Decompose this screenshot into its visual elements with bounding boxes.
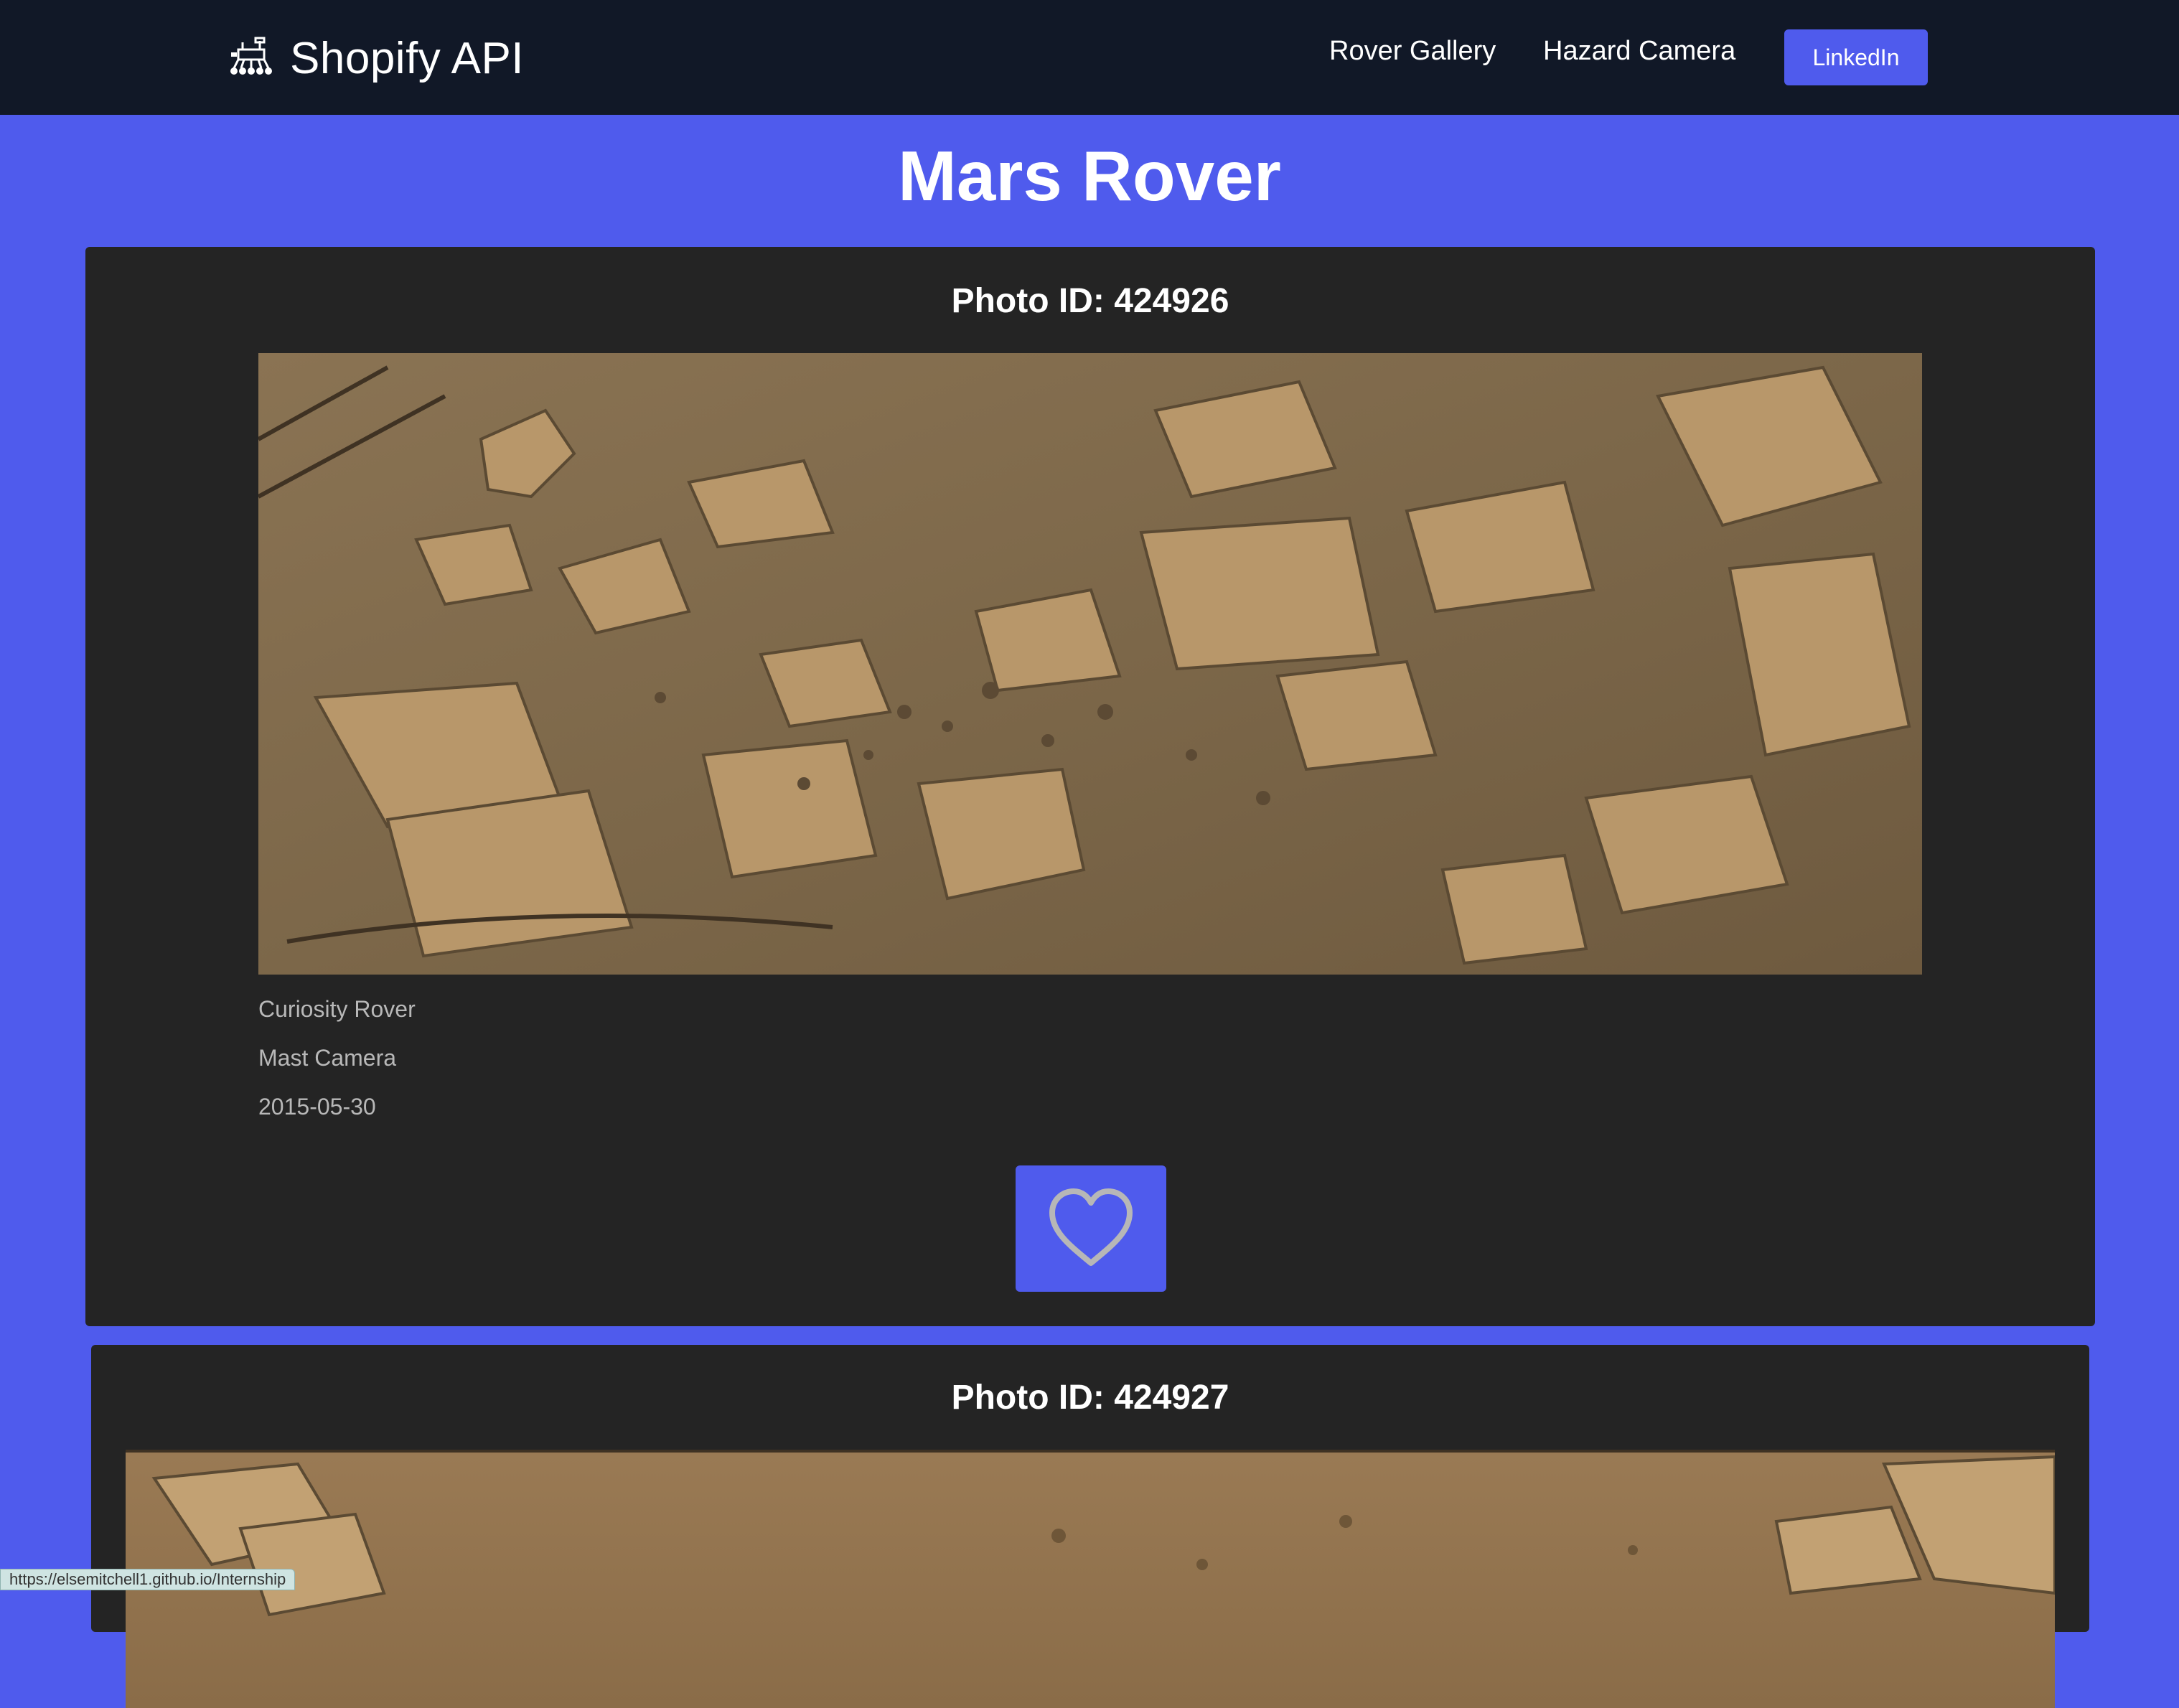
rover-photo[interactable] xyxy=(258,353,1922,975)
linkedin-button[interactable]: LinkedIn xyxy=(1784,29,1928,85)
camera-name: Mast Camera xyxy=(258,1045,397,1071)
photo-card: Photo ID: 424926 Curiosity Rover Mast Ca… xyxy=(85,247,2095,1326)
nav-link-rover-gallery[interactable]: Rover Gallery xyxy=(1329,36,1496,67)
nav-link-hazard-camera[interactable]: Hazard Camera xyxy=(1543,36,1735,67)
rover-name: Curiosity Rover xyxy=(258,996,416,1022)
photo-card: Photo ID: 424927 xyxy=(91,1345,2089,1708)
brand[interactable]: Shopify API xyxy=(228,26,524,90)
top-navbar: Shopify API Rover Gallery Hazard Camera … xyxy=(0,0,2179,115)
status-bar-url: https://elsemitchell1.github.io/Internsh… xyxy=(0,1569,296,1590)
like-button[interactable] xyxy=(1016,1165,1166,1292)
rover-photo[interactable] xyxy=(126,1450,2055,1708)
heart-icon xyxy=(1049,1188,1133,1266)
brand-title: Shopify API xyxy=(290,33,525,83)
earth-date: 2015-05-30 xyxy=(258,1094,376,1120)
photo-id-heading: Photo ID: 424926 xyxy=(951,282,1229,320)
page-title: Mars Rover xyxy=(898,136,1281,215)
photo-id-heading: Photo ID: 424927 xyxy=(951,1379,1229,1417)
rover-icon xyxy=(230,37,272,75)
